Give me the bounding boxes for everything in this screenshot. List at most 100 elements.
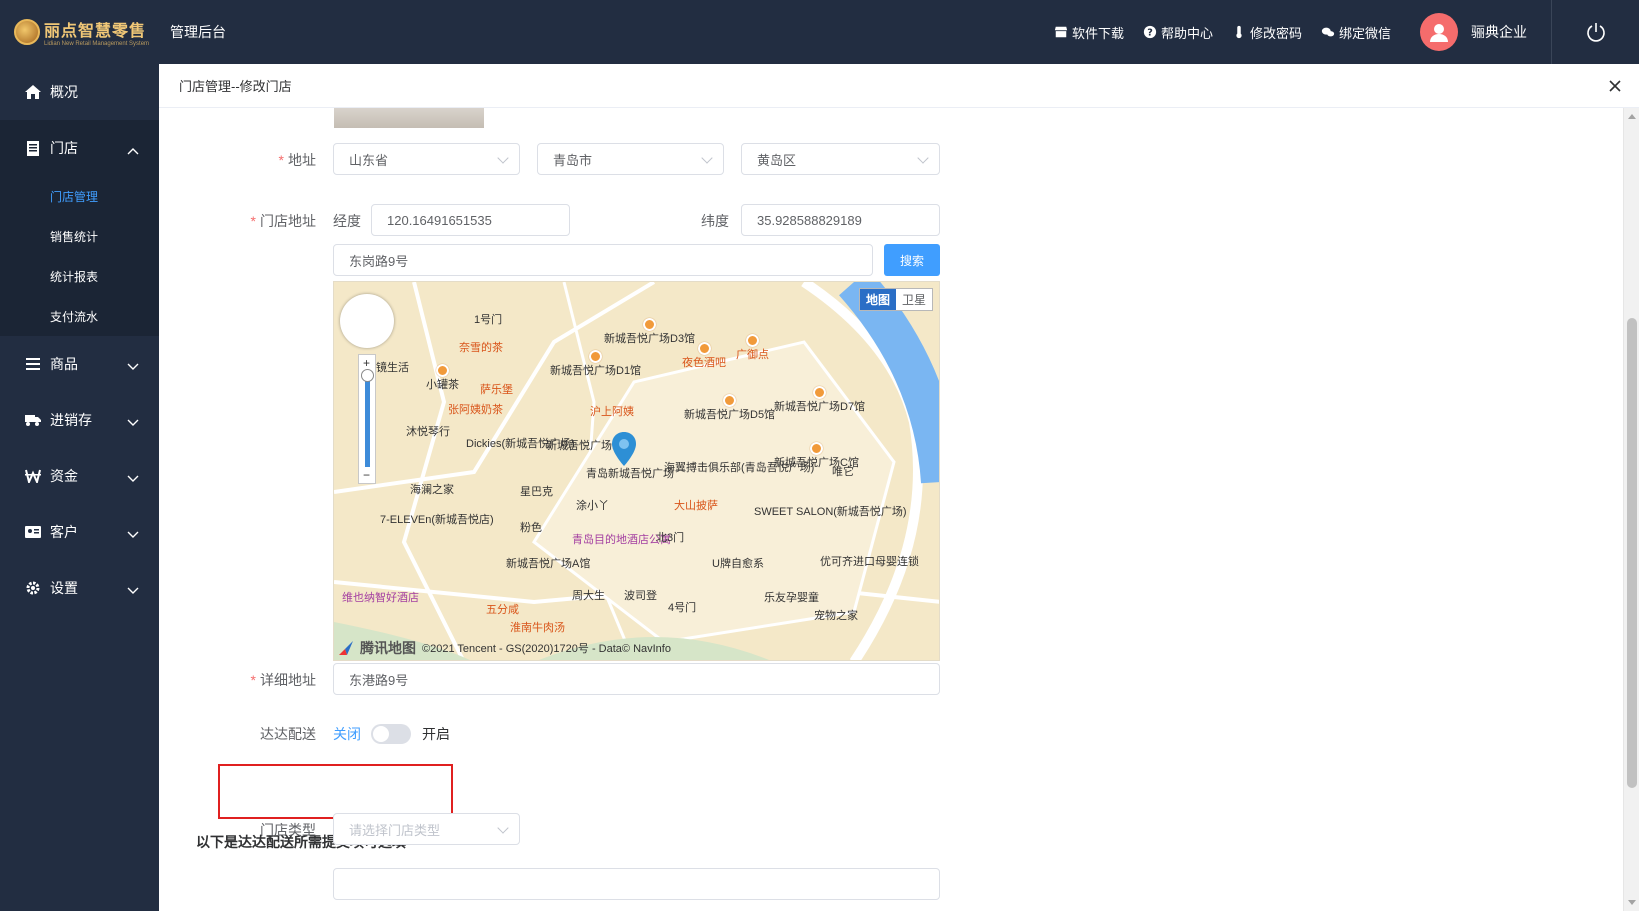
- map-poi: 粉色: [520, 522, 542, 534]
- logo-mark-icon: [14, 19, 40, 45]
- bind-wechat-link[interactable]: 绑定微信: [1321, 23, 1391, 42]
- map-poi: 奈雪的茶: [459, 342, 503, 354]
- bind-wechat-label: 绑定微信: [1338, 25, 1391, 41]
- avatar[interactable]: [1420, 13, 1458, 51]
- sidebar-item-store[interactable]: 门店: [0, 120, 159, 176]
- map-poi: U牌自愈系: [712, 558, 764, 570]
- map-poi: 沐悦琴行: [406, 426, 450, 438]
- map-poi: 青岛新城吾悦广场: [586, 468, 674, 480]
- map-poi: 镜生活: [376, 362, 409, 374]
- map-view[interactable]: 地图 卫星 + − 新城吾悦广场D3馆 奈雪的茶 夜色酒吧 广御点 镜生活 小罐…: [333, 281, 940, 661]
- detail-address-input[interactable]: 东港路9号: [333, 663, 940, 695]
- company-name[interactable]: 骊典企业: [1471, 22, 1527, 42]
- sidebar-item-label: 进销存: [50, 412, 92, 428]
- zoom-knob[interactable]: [361, 369, 374, 382]
- help-center-label: 帮助中心: [1160, 25, 1213, 41]
- won-icon: [24, 469, 42, 483]
- city-select[interactable]: 青岛市: [537, 143, 724, 175]
- map-poi: 7-ELEVEn(新城吾悦店): [380, 514, 494, 526]
- sidebar-item-products[interactable]: 商品: [0, 336, 159, 392]
- map-poi: 宠物之家: [814, 610, 858, 622]
- next-field-input[interactable]: [333, 868, 940, 900]
- scrollbar[interactable]: [1623, 108, 1639, 911]
- map-poi: 五分咸: [486, 604, 519, 616]
- zoom-out-icon[interactable]: −: [363, 469, 370, 481]
- breadcrumb: 门店管理--修改门店: [179, 79, 292, 94]
- dada-on-label: 开启: [422, 726, 450, 742]
- thermometer-icon: [1236, 25, 1242, 39]
- map-poi: 广御点: [736, 334, 769, 362]
- map-type-satellite[interactable]: 卫星: [896, 289, 932, 310]
- sidebar-item-label: 门店: [50, 140, 78, 156]
- software-download-link[interactable]: 软件下载: [1054, 23, 1124, 42]
- map-zoom-slider[interactable]: + −: [358, 354, 376, 484]
- sidebar-item-label: 客户: [50, 524, 78, 540]
- logo[interactable]: 丽点智慧零售 Lidian New Retail Management Syst…: [0, 0, 160, 64]
- chevron-down-icon: [127, 582, 139, 598]
- zoom-in-icon[interactable]: +: [363, 357, 370, 369]
- map-poi: 周大生: [572, 590, 605, 602]
- latitude-label: 纬度: [701, 213, 729, 229]
- logout-button[interactable]: [1551, 0, 1639, 64]
- map-brand: 腾讯地图: [360, 640, 416, 656]
- map-poi: 新城吾悦广场D1馆: [550, 350, 641, 378]
- store-type-placeholder: 请选择门店类型: [349, 822, 441, 838]
- dada-delivery-switch[interactable]: [371, 724, 411, 744]
- map-poi: 涂小丫: [576, 500, 609, 512]
- chevron-down-icon: [497, 822, 509, 834]
- top-header: 丽点智慧零售 Lidian New Retail Management Syst…: [0, 0, 1639, 64]
- scroll-up-icon[interactable]: [1628, 114, 1636, 119]
- scroll-down-icon[interactable]: [1628, 900, 1636, 905]
- map-poi: 新城吾悦广场A馆: [506, 558, 591, 570]
- sidebar-item-customers[interactable]: 客户: [0, 504, 159, 560]
- map-search-input[interactable]: 东岗路9号: [333, 244, 873, 276]
- chevron-down-icon: [127, 358, 139, 374]
- scrollbar-thumb[interactable]: [1627, 318, 1637, 788]
- search-button[interactable]: 搜索: [884, 244, 940, 276]
- close-button[interactable]: [1605, 76, 1625, 96]
- province-select[interactable]: 山东省: [333, 143, 520, 175]
- list-icon: [24, 358, 42, 370]
- map-poi: 新城吾悦广场D5馆: [684, 394, 775, 422]
- district-value: 黄岛区: [757, 152, 797, 168]
- map-copyright: ©2021 Tencent - GS(2020)1720号 - Data© Na…: [422, 643, 671, 655]
- map-poi: SWEET SALON(新城吾悦广场): [754, 506, 907, 518]
- change-password-link[interactable]: 修改密码: [1232, 23, 1302, 42]
- map-poi: 萨乐堡: [480, 384, 513, 396]
- map-poi: 夜色酒吧: [682, 342, 726, 370]
- district-select[interactable]: 黄岛区: [741, 143, 940, 175]
- location-pin-icon: [612, 432, 636, 466]
- map-poi: 波司登: [624, 590, 657, 602]
- store-image-thumbnail[interactable]: [334, 108, 484, 128]
- chevron-down-icon: [127, 414, 139, 430]
- sidebar-item-label: 设置: [50, 580, 78, 596]
- submenu-reports[interactable]: 统计报表: [0, 256, 159, 296]
- admin-title: 管理后台: [170, 24, 226, 40]
- province-value: 山东省: [349, 152, 389, 168]
- close-icon: [1609, 80, 1621, 92]
- latitude-input[interactable]: 35.928588829189: [741, 204, 940, 236]
- map-pan-control[interactable]: [340, 294, 394, 348]
- dada-delivery-label: 达达配送: [260, 726, 316, 742]
- map-poi: 大山披萨: [674, 500, 718, 512]
- longitude-input[interactable]: 120.16491651535: [371, 204, 570, 236]
- sidebar-item-label: 概况: [50, 84, 78, 100]
- help-center-link[interactable]: ? 帮助中心: [1143, 23, 1213, 42]
- submenu-payment-flow[interactable]: 支付流水: [0, 296, 159, 336]
- panel-header: 门店管理--修改门店: [159, 64, 1639, 108]
- store-type-select[interactable]: 请选择门店类型: [333, 813, 520, 845]
- store-address-label: * 门店地址: [250, 213, 316, 229]
- city-value: 青岛市: [553, 152, 593, 168]
- detail-address-label: * 详细地址: [250, 672, 316, 688]
- sidebar-item-overview[interactable]: 概况: [0, 64, 159, 120]
- map-poi: 沪上阿姨: [590, 406, 634, 418]
- submenu-sales-stats[interactable]: 销售统计: [0, 216, 159, 256]
- submenu-store-management[interactable]: 门店管理: [0, 176, 159, 216]
- sidebar-item-settings[interactable]: 设置: [0, 560, 159, 616]
- map-type-map[interactable]: 地图: [859, 289, 896, 310]
- sidebar-item-inventory[interactable]: 进销存: [0, 392, 159, 448]
- gear-icon: [24, 581, 42, 595]
- chevron-down-icon: [127, 470, 139, 486]
- software-download-label: 软件下载: [1071, 25, 1124, 41]
- sidebar-item-funds[interactable]: 资金: [0, 448, 159, 504]
